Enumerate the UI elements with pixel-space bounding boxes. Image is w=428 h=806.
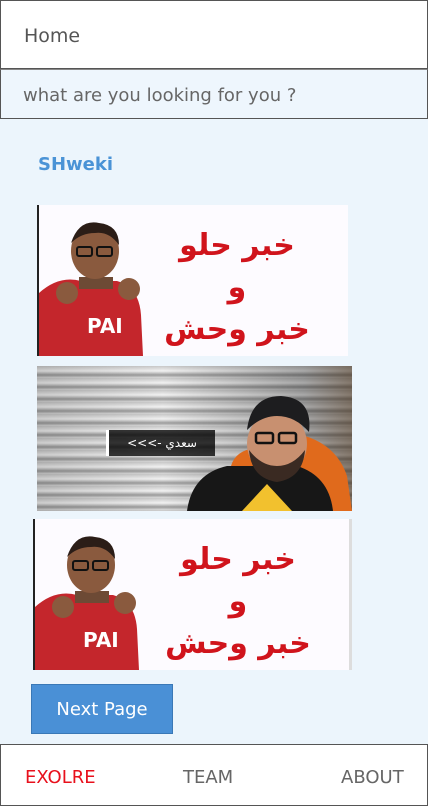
title-line: خبر حلو <box>179 228 295 263</box>
title-line: خبر وحش <box>165 626 311 661</box>
next-page-button[interactable]: Next Page <box>31 684 173 734</box>
title-line: و <box>228 584 248 619</box>
svg-text:PAI: PAI <box>83 628 119 652</box>
channel-title[interactable]: SHweki <box>38 154 113 175</box>
nav-item-explore[interactable]: EXOLRE <box>25 767 96 788</box>
search-input[interactable] <box>23 80 413 110</box>
title-line: خبر وحش <box>164 312 310 347</box>
video-title-3: خبر حلو و خبر وحش <box>153 539 323 665</box>
video-thumbnail-1[interactable]: PAI خبر حلو و خبر وحش <box>37 205 348 356</box>
title-line: خبر حلو <box>180 542 296 577</box>
boy-figure-image: PAI <box>35 519 155 670</box>
svg-text:PAI: PAI <box>87 314 123 338</box>
home-label[interactable]: Home <box>24 25 80 47</box>
video-subtitle-2: سعدي ->>> <box>106 430 215 456</box>
nav-item-team[interactable]: TEAM <box>183 767 233 788</box>
video-thumbnail-3[interactable]: PAI خبر حلو و خبر وحش <box>33 519 352 670</box>
title-line: و <box>227 270 247 305</box>
video-thumbnail-2[interactable]: سعدي ->>> <box>37 366 352 511</box>
boy-figure-image: PAI <box>39 205 159 356</box>
search-bar <box>0 69 428 119</box>
bottom-nav: EXOLRE TEAM ABOUT <box>0 744 428 806</box>
video-title-1: خبر حلو و خبر وحش <box>152 225 322 351</box>
home-bar[interactable]: Home <box>0 0 428 69</box>
nav-item-about[interactable]: ABOUT <box>341 767 404 788</box>
